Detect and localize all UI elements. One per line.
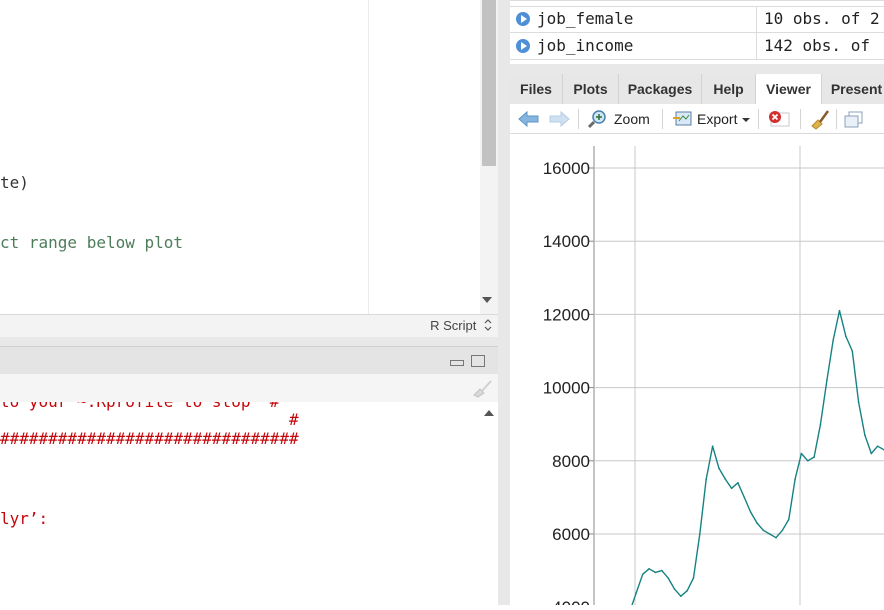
tab-presentation[interactable]: Present — [822, 74, 884, 104]
series-point — [775, 536, 777, 539]
series-point — [692, 577, 695, 579]
series-point — [781, 529, 784, 532]
series-point — [807, 460, 809, 462]
tab-packages[interactable]: Packages — [619, 74, 702, 104]
viewer-plot-area[interactable]: 16000 14000 12000 10000 8000 6000 4000 — [510, 134, 884, 610]
console-line: lyr’: — [0, 509, 49, 528]
series-point — [876, 445, 879, 448]
source-editor[interactable]: te) ct range below plot — [0, 0, 498, 314]
series-point — [756, 522, 758, 524]
series-point — [730, 487, 733, 490]
env-object-value: 142 obs. of — [764, 36, 870, 55]
series-point — [870, 452, 873, 455]
expand-data-icon[interactable] — [516, 39, 530, 53]
console-scrollbar[interactable] — [480, 402, 498, 605]
y-tick-label: 10000 — [543, 379, 590, 398]
zoom-button[interactable]: Zoom — [614, 111, 650, 127]
line-chart: 16000 14000 12000 10000 8000 6000 4000 — [543, 146, 884, 610]
env-row[interactable]: job_income 142 obs. of — [510, 33, 884, 60]
env-object-value: 10 obs. of 2 — [764, 9, 880, 28]
series-point — [864, 434, 866, 437]
expand-data-icon[interactable] — [516, 12, 530, 26]
env-object-name: job_female — [537, 9, 634, 28]
console-output[interactable]: to your ~.Rprofile to stop # # #########… — [0, 402, 480, 605]
y-tick-label: 8000 — [552, 452, 590, 471]
broom-icon[interactable] — [470, 378, 494, 398]
scroll-down-arrow-icon[interactable] — [482, 297, 492, 303]
file-type-label: R Script — [430, 318, 477, 333]
files-pane-tabs: Files Plots Packages Help Viewer Present — [510, 74, 884, 105]
series-point — [826, 379, 828, 382]
console-toolbar — [0, 374, 498, 403]
back-arrow-icon[interactable] — [518, 110, 540, 128]
y-tick-label: 14000 — [543, 232, 590, 251]
series-point — [794, 478, 796, 480]
series-point — [661, 569, 663, 572]
series-point — [845, 335, 847, 338]
file-type-selector[interactable]: R Script — [430, 318, 492, 333]
series-point — [648, 568, 650, 570]
y-tick-label: 16000 — [543, 159, 590, 178]
series-point — [724, 478, 727, 480]
series-point — [788, 518, 790, 521]
series-point — [686, 589, 688, 592]
minimize-icon[interactable] — [450, 360, 464, 366]
series-point — [749, 511, 752, 513]
series-point — [667, 577, 669, 579]
updown-chevron-icon — [484, 319, 492, 331]
console-line: ############################### — [0, 429, 299, 448]
editor-status-bar: R Script — [0, 314, 498, 337]
env-row[interactable]: job_female 10 obs. of 2 — [510, 6, 884, 33]
export-menu[interactable]: Export — [697, 111, 737, 127]
scroll-up-arrow-icon[interactable] — [484, 410, 494, 416]
viewer-toolbar: Zoom Export — [510, 104, 884, 134]
series-point — [813, 456, 815, 458]
series-line — [629, 310, 884, 610]
left-pane: te) ct range below plot R Script to your… — [0, 0, 510, 605]
series-point — [705, 478, 707, 480]
zoom-icon[interactable] — [588, 109, 608, 129]
environment-table: job_female 10 obs. of 2 job_income 142 o… — [510, 0, 884, 64]
y-tick-label: 6000 — [552, 525, 590, 544]
y-tick-label: 4000 — [552, 598, 590, 605]
remove-viewer-icon[interactable] — [767, 110, 791, 128]
forward-arrow-icon[interactable] — [548, 110, 570, 128]
right-pane: job_female 10 obs. of 2 job_income 142 o… — [510, 0, 884, 610]
series-point — [800, 452, 803, 455]
export-icon[interactable] — [672, 110, 692, 128]
series-point — [857, 401, 860, 404]
tab-files[interactable]: Files — [510, 74, 563, 104]
series-point — [711, 445, 714, 448]
editor-scroll-thumb[interactable] — [482, 0, 496, 166]
popout-window-icon[interactable] — [844, 110, 864, 128]
code-line: te) — [0, 173, 29, 192]
series-point — [762, 529, 765, 532]
series-point — [718, 467, 720, 469]
tab-viewer[interactable]: Viewer — [756, 74, 822, 105]
series-point — [673, 588, 676, 590]
series-point — [838, 309, 841, 312]
console-line: # — [0, 410, 299, 429]
dropdown-caret-icon[interactable] — [742, 118, 750, 124]
series-point — [654, 571, 657, 574]
tab-help[interactable]: Help — [702, 74, 756, 104]
maximize-icon[interactable] — [471, 355, 485, 367]
y-tick-label: 12000 — [543, 305, 590, 324]
series-point — [641, 573, 644, 576]
series-point — [680, 595, 682, 597]
series-point — [737, 482, 739, 484]
series-point — [832, 339, 834, 341]
series-point — [743, 496, 746, 499]
margin-guide — [368, 0, 369, 314]
series-point — [699, 533, 701, 535]
comment-line: ct range below plot — [0, 233, 184, 252]
env-object-name: job_income — [537, 36, 634, 55]
series-point — [768, 533, 771, 535]
series-point — [635, 591, 638, 594]
tab-plots[interactable]: Plots — [563, 74, 619, 104]
clear-all-broom-icon[interactable] — [808, 108, 830, 130]
series-point — [819, 423, 822, 426]
console-header — [0, 346, 498, 375]
series-point — [851, 350, 854, 352]
